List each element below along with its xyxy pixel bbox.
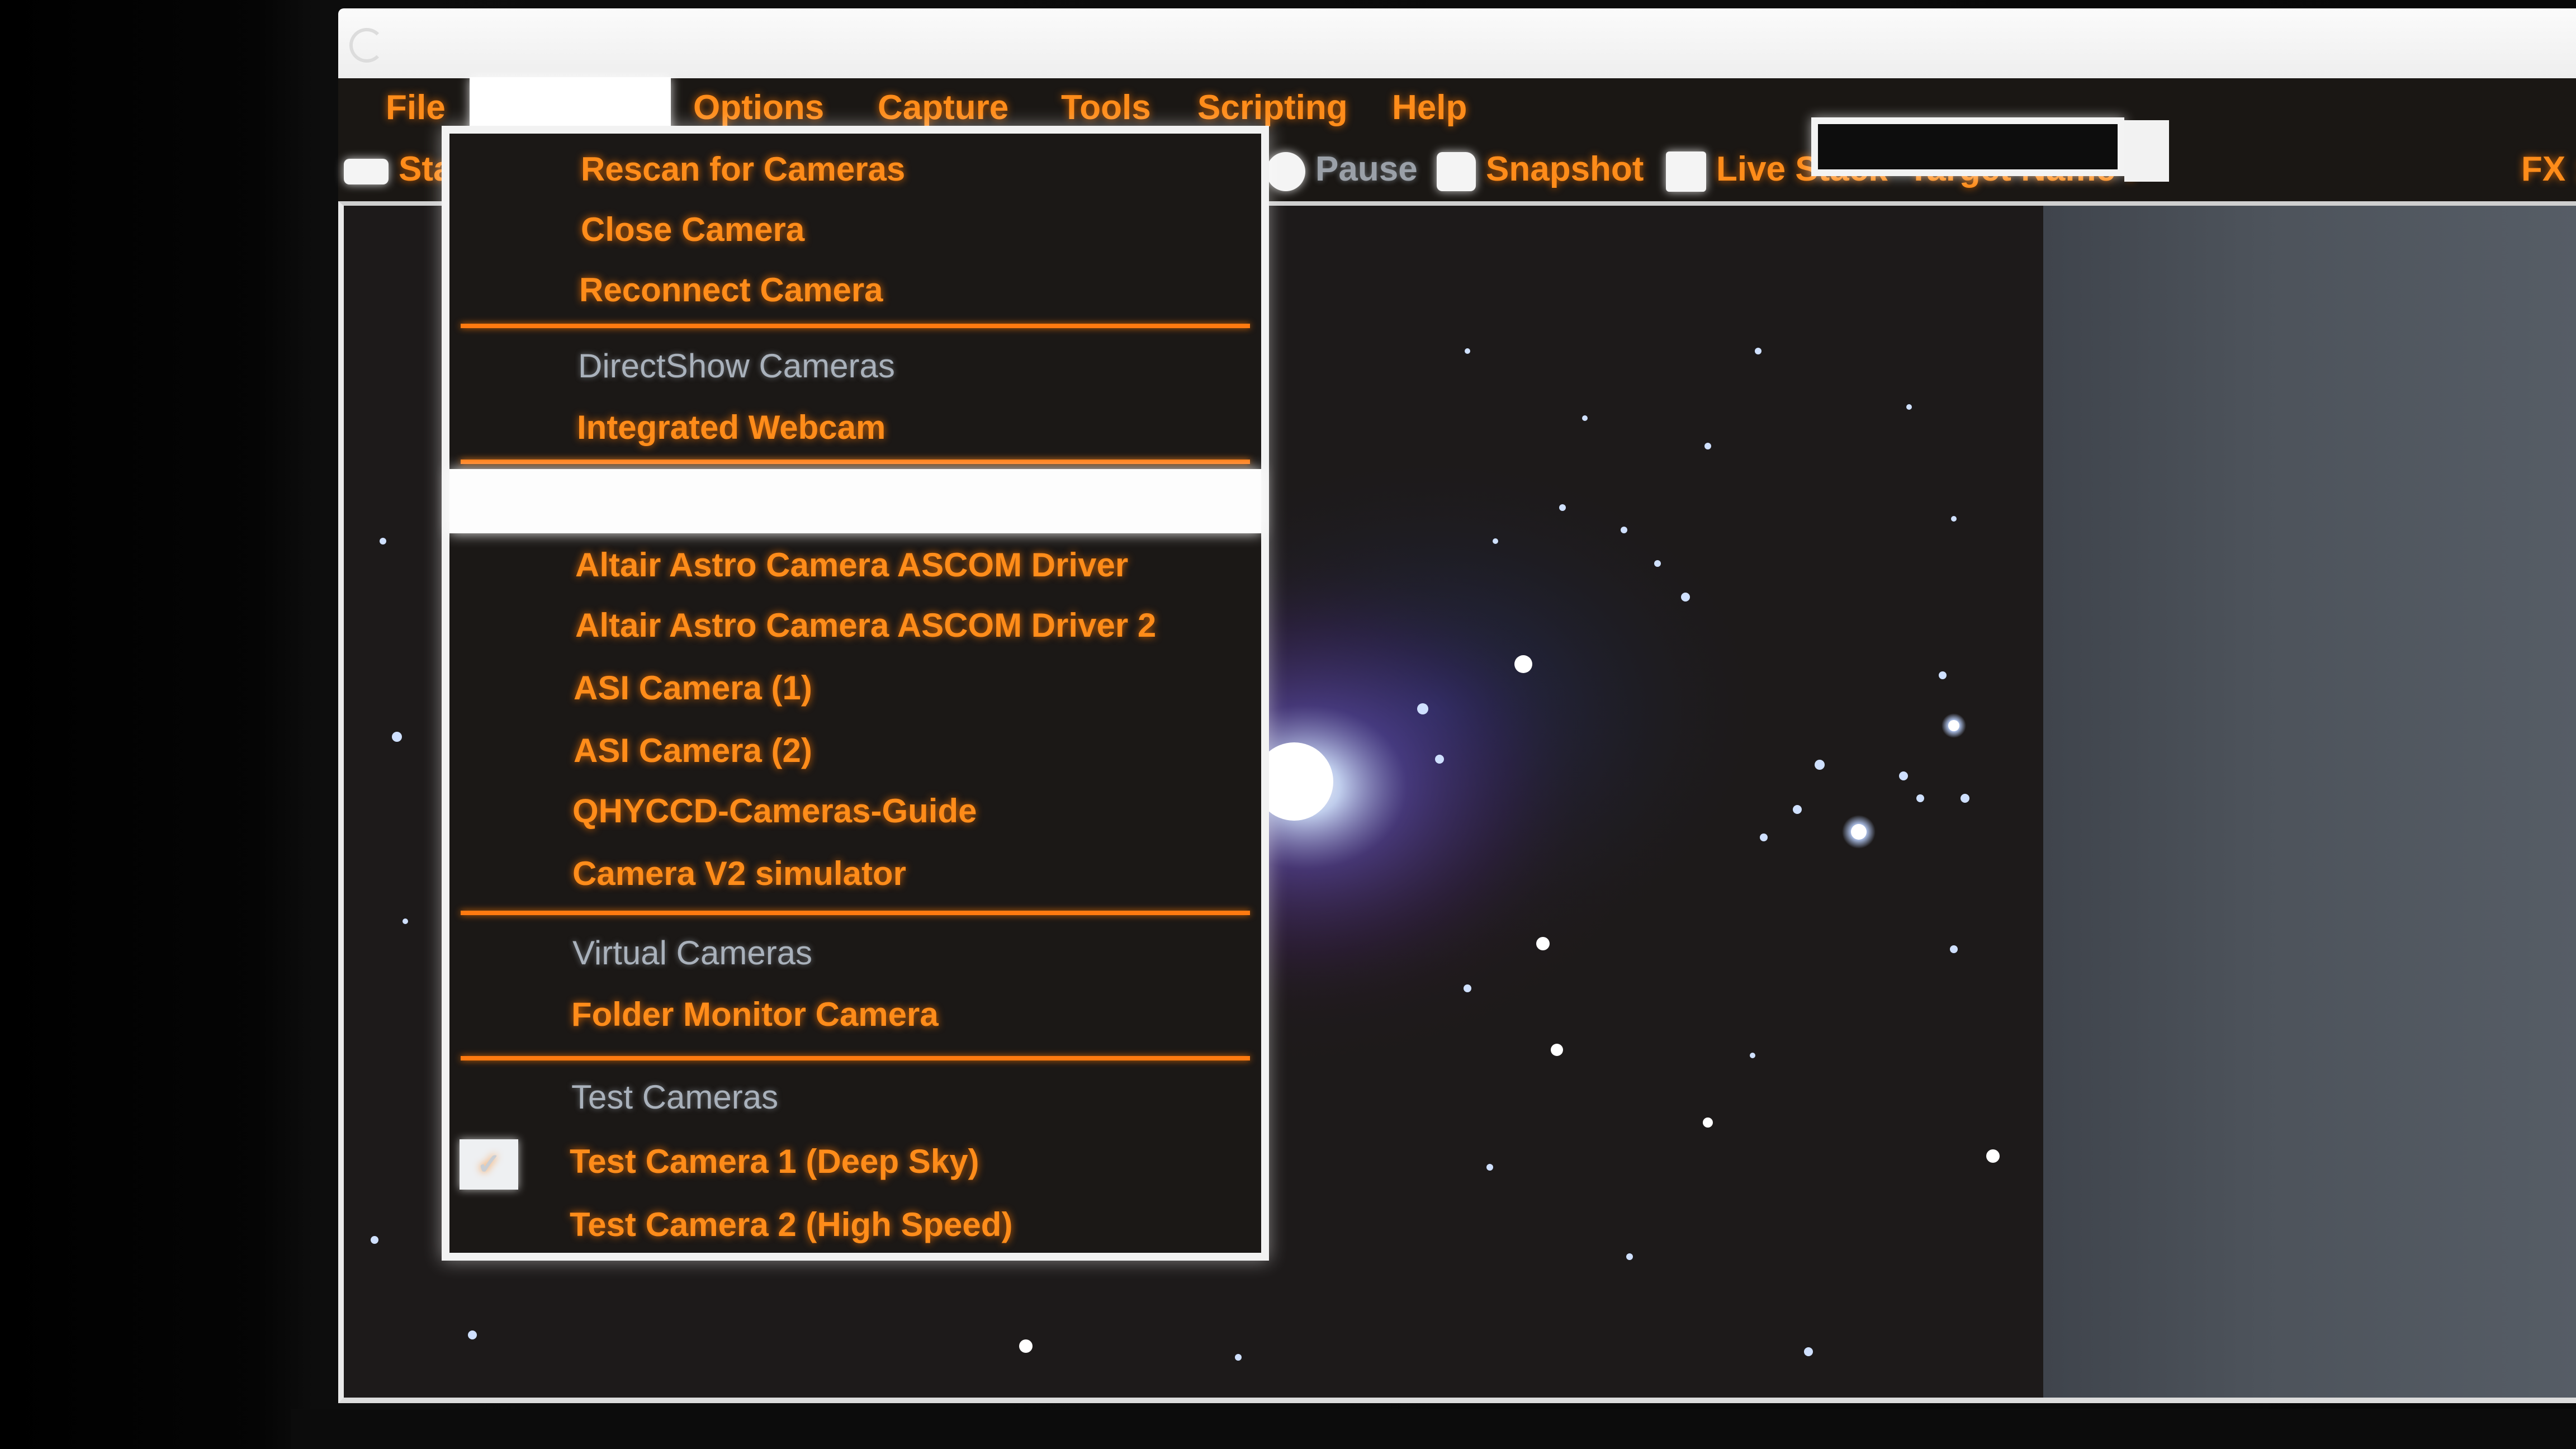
camera-menu-dropdown: Rescan for Cameras Close Camera Reconnec… xyxy=(442,126,1269,1261)
camera-option[interactable]: Altair Astro Camera ASCOM Driver xyxy=(449,535,1261,595)
target-name-dropdown[interactable] xyxy=(2124,120,2169,182)
test-cameras-header: Test Cameras xyxy=(571,1078,779,1116)
ascom-cameras-header-highlighted[interactable] xyxy=(449,469,1261,533)
app-icon xyxy=(349,28,384,63)
camera-option[interactable]: Camera V2 simulator xyxy=(449,844,1261,904)
screen: File Options Capture Tools Scripting Hel… xyxy=(0,0,2576,1449)
menu-separator xyxy=(461,1056,1250,1060)
rescan-cameras-item[interactable]: Rescan for Cameras xyxy=(449,139,1261,200)
camera-icon xyxy=(344,158,389,184)
menu-separator xyxy=(461,324,1250,328)
pause-label: Pause xyxy=(1315,150,1418,188)
folder-monitor-camera-item[interactable]: Folder Monitor Camera xyxy=(449,984,1261,1045)
pause-button[interactable]: Pause xyxy=(1266,137,1418,201)
reconnect-camera-item[interactable]: Reconnect Camera xyxy=(449,260,1261,320)
directshow-cameras-header: DirectShow Cameras xyxy=(578,347,895,385)
target-name-input[interactable] xyxy=(1811,117,2124,176)
live-stack-icon xyxy=(1666,151,1706,192)
menu-file[interactable]: File xyxy=(386,78,446,137)
status-bar xyxy=(291,1409,2576,1449)
test-camera-1-label: Test Camera 1 (Deep Sky) xyxy=(570,1143,979,1180)
integrated-webcam-item[interactable]: Integrated Webcam xyxy=(449,397,1261,458)
virtual-cameras-header: Virtual Cameras xyxy=(572,934,813,972)
pause-icon xyxy=(1266,151,1305,191)
camera-option[interactable]: QHYCCD-Cameras-Guide xyxy=(449,781,1261,841)
side-panel xyxy=(2043,206,2576,1398)
snapshot-icon xyxy=(1437,151,1476,191)
fx-label: FX : xyxy=(2521,150,2576,188)
test-camera-2-item[interactable]: Test Camera 2 (High Speed) xyxy=(449,1195,1261,1255)
camera-option[interactable]: ASI Camera (1) xyxy=(449,658,1261,718)
snapshot-label: Snapshot xyxy=(1486,150,1644,188)
camera-option[interactable]: ASI Camera (2) xyxy=(449,721,1261,781)
close-camera-item[interactable]: Close Camera xyxy=(449,200,1261,260)
snapshot-button[interactable]: Snapshot xyxy=(1437,137,1644,201)
title-bar xyxy=(338,8,2576,78)
checkmark-icon: ✓ xyxy=(460,1139,518,1190)
camera-option[interactable]: Altair Astro Camera ASCOM Driver 2 xyxy=(449,595,1261,656)
test-camera-1-item[interactable]: ✓ Test Camera 1 (Deep Sky) xyxy=(449,1131,1261,1192)
menu-help[interactable]: Help xyxy=(1392,78,1467,137)
menu-separator xyxy=(461,460,1250,464)
menu-separator xyxy=(461,911,1250,915)
